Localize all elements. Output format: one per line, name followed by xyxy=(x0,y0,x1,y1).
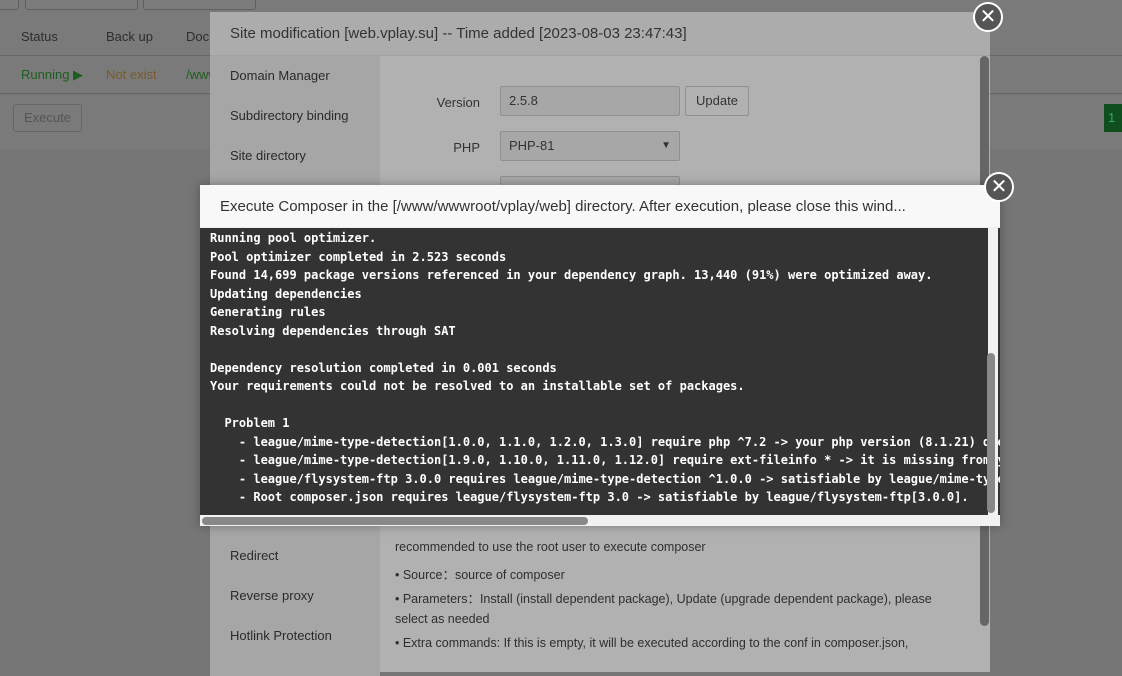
modal-title: Site modification [web.vplay.su] -- Time… xyxy=(210,12,990,56)
terminal-vertical-scrollbar[interactable] xyxy=(987,228,998,515)
header-doc[interactable]: Doc xyxy=(186,29,209,44)
sidebar-item-redirect[interactable]: Redirect xyxy=(210,536,380,576)
terminal-horizontal-scrollbar[interactable] xyxy=(200,515,1000,526)
version-input[interactable]: 2.5.8 xyxy=(500,86,680,116)
header-status[interactable]: Status xyxy=(21,29,58,44)
close-icon[interactable]: ✕ xyxy=(984,172,1014,202)
execute-button[interactable]: Execute xyxy=(13,104,82,132)
bg-button[interactable] xyxy=(25,0,138,10)
version-label: Version xyxy=(436,95,480,110)
sidebar-item-hotlink-protection[interactable]: Hotlink Protection xyxy=(210,616,380,656)
help-text: • Parameters：Install (install dependent … xyxy=(395,592,932,606)
header-backup[interactable]: Back up xyxy=(106,29,153,44)
terminal-output: Running pool optimizer. Pool optimizer c… xyxy=(200,228,1000,515)
composer-dialog: Execute Composer in the [/www/wwwroot/vp… xyxy=(200,185,1000,526)
bg-button[interactable] xyxy=(143,0,256,10)
sidebar-item-subdirectory-binding[interactable]: Subdirectory binding xyxy=(210,96,380,136)
sidebar-item-reverse-proxy[interactable]: Reverse proxy xyxy=(210,576,380,616)
sidebar-item-domain-manager[interactable]: Domain Manager xyxy=(210,56,380,96)
help-text: select as needed xyxy=(395,612,490,626)
chevron-down-icon: ▼ xyxy=(661,140,671,151)
help-text: • Extra commands: If this is empty, it w… xyxy=(395,636,909,650)
scrollbar-thumb[interactable] xyxy=(987,353,995,513)
status-running[interactable]: Running ▶ xyxy=(21,67,83,83)
sidebar-item-site-directory[interactable]: Site directory xyxy=(210,136,380,176)
page-badge[interactable]: 1 xyxy=(1104,104,1122,132)
help-text: • Source：source of composer xyxy=(395,568,565,582)
backup-status[interactable]: Not exist xyxy=(106,67,157,82)
background-toolbar xyxy=(0,0,1122,12)
scrollbar-thumb[interactable] xyxy=(202,517,588,525)
php-label: PHP xyxy=(453,140,480,155)
help-text: recommended to use the root user to exec… xyxy=(395,540,706,554)
terminal-log: Running pool optimizer. Pool optimizer c… xyxy=(210,231,1000,504)
update-button[interactable]: Update xyxy=(685,86,749,116)
close-icon[interactable]: ✕ xyxy=(973,2,1003,32)
php-select-value: PHP-81 xyxy=(509,138,555,153)
php-select[interactable]: PHP-81 ▼ xyxy=(500,131,680,161)
dialog-title: Execute Composer in the [/www/wwwroot/vp… xyxy=(200,185,1000,228)
bg-button[interactable] xyxy=(0,0,19,10)
